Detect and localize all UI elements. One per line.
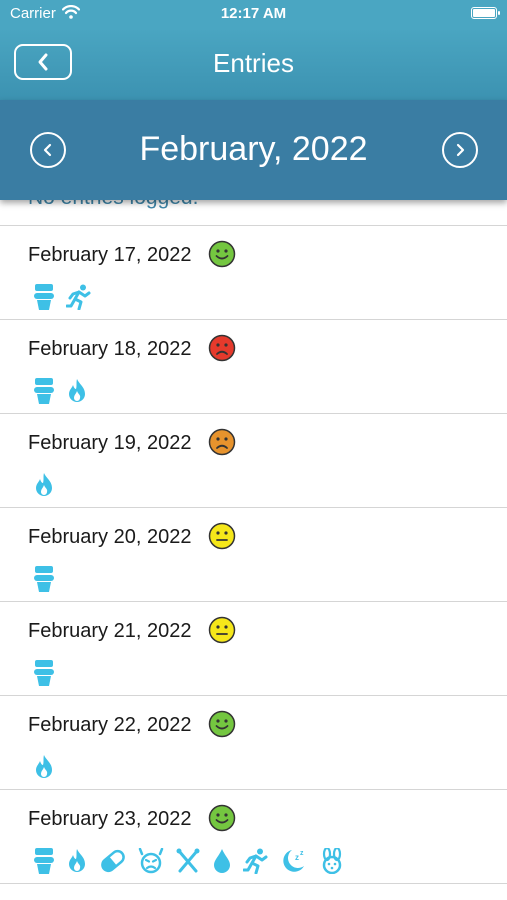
toilet-icon xyxy=(34,284,54,310)
mood-happy-icon xyxy=(208,710,236,738)
empty-entries-row: No entries logged. xyxy=(0,200,507,226)
entry-icons xyxy=(33,283,103,311)
status-bar: Carrier 12:17 AM xyxy=(0,0,507,28)
flame-icon xyxy=(36,755,52,778)
entry-date: February 22, 2022 xyxy=(28,714,192,736)
mood-sad-icon xyxy=(208,334,236,362)
mood-neutral-icon xyxy=(208,616,236,644)
running-icon xyxy=(243,848,268,874)
entry-icons xyxy=(33,471,66,499)
entry-icons xyxy=(33,565,66,593)
entry-date: February 19, 2022 xyxy=(28,432,192,454)
chevron-right-icon xyxy=(456,143,465,157)
month-selector: February, 2022 xyxy=(0,100,507,200)
empty-entries-message: No entries logged. xyxy=(28,200,198,210)
entry-row[interactable]: February 20, 2022 xyxy=(0,508,507,602)
mood-happy-icon xyxy=(208,804,236,832)
rabbit-icon xyxy=(322,848,342,874)
mood-happy-icon xyxy=(208,240,236,268)
entry-row[interactable]: February 23, 2022 z z xyxy=(0,790,507,884)
entry-row[interactable]: February 21, 2022 xyxy=(0,602,507,696)
flame-icon xyxy=(36,473,52,496)
sleep-moon-icon: zz xyxy=(283,850,304,872)
entry-date: February 23, 2022 xyxy=(28,808,192,830)
mood-neutral-icon xyxy=(208,522,236,550)
entry-date: February 17, 2022 xyxy=(28,244,192,266)
utensils-icon xyxy=(176,848,200,873)
entry-date: February 18, 2022 xyxy=(28,338,192,360)
toilet-icon xyxy=(34,660,54,686)
page-title: Entries xyxy=(213,48,294,78)
month-title: February, 2022 xyxy=(139,130,368,168)
flame-icon xyxy=(69,849,85,872)
entry-row[interactable]: February 19, 2022 xyxy=(0,414,507,508)
entry-row[interactable]: February 18, 2022 xyxy=(0,320,507,414)
entry-row[interactable]: February 22, 2022 xyxy=(0,696,507,790)
entry-icons xyxy=(33,377,99,405)
entry-date: February 20, 2022 xyxy=(28,526,192,548)
entry-row[interactable]: February 17, 2022 xyxy=(0,226,507,320)
entry-date: February 21, 2022 xyxy=(28,620,192,642)
svg-text:z: z xyxy=(300,850,304,857)
running-icon xyxy=(66,284,91,310)
entry-icons xyxy=(33,753,66,781)
entry-icons xyxy=(33,659,66,687)
next-month-button[interactable] xyxy=(442,132,478,168)
toilet-icon xyxy=(34,566,54,592)
nav-bar: Entries xyxy=(0,28,507,100)
flame-icon xyxy=(69,379,85,402)
upset-face-icon xyxy=(138,848,164,874)
toilet-icon xyxy=(34,378,54,404)
battery-icon xyxy=(471,7,500,19)
entry-icons: zz xyxy=(33,847,356,875)
pill-icon xyxy=(101,849,125,873)
svg-text:z: z xyxy=(295,853,299,862)
toilet-icon xyxy=(34,848,54,874)
entries-list[interactable]: No entries logged. February 17, 2022 Febr… xyxy=(0,200,507,900)
water-drop-icon xyxy=(214,849,230,873)
mood-worried-icon xyxy=(208,428,236,456)
status-time: 12:17 AM xyxy=(220,5,287,22)
